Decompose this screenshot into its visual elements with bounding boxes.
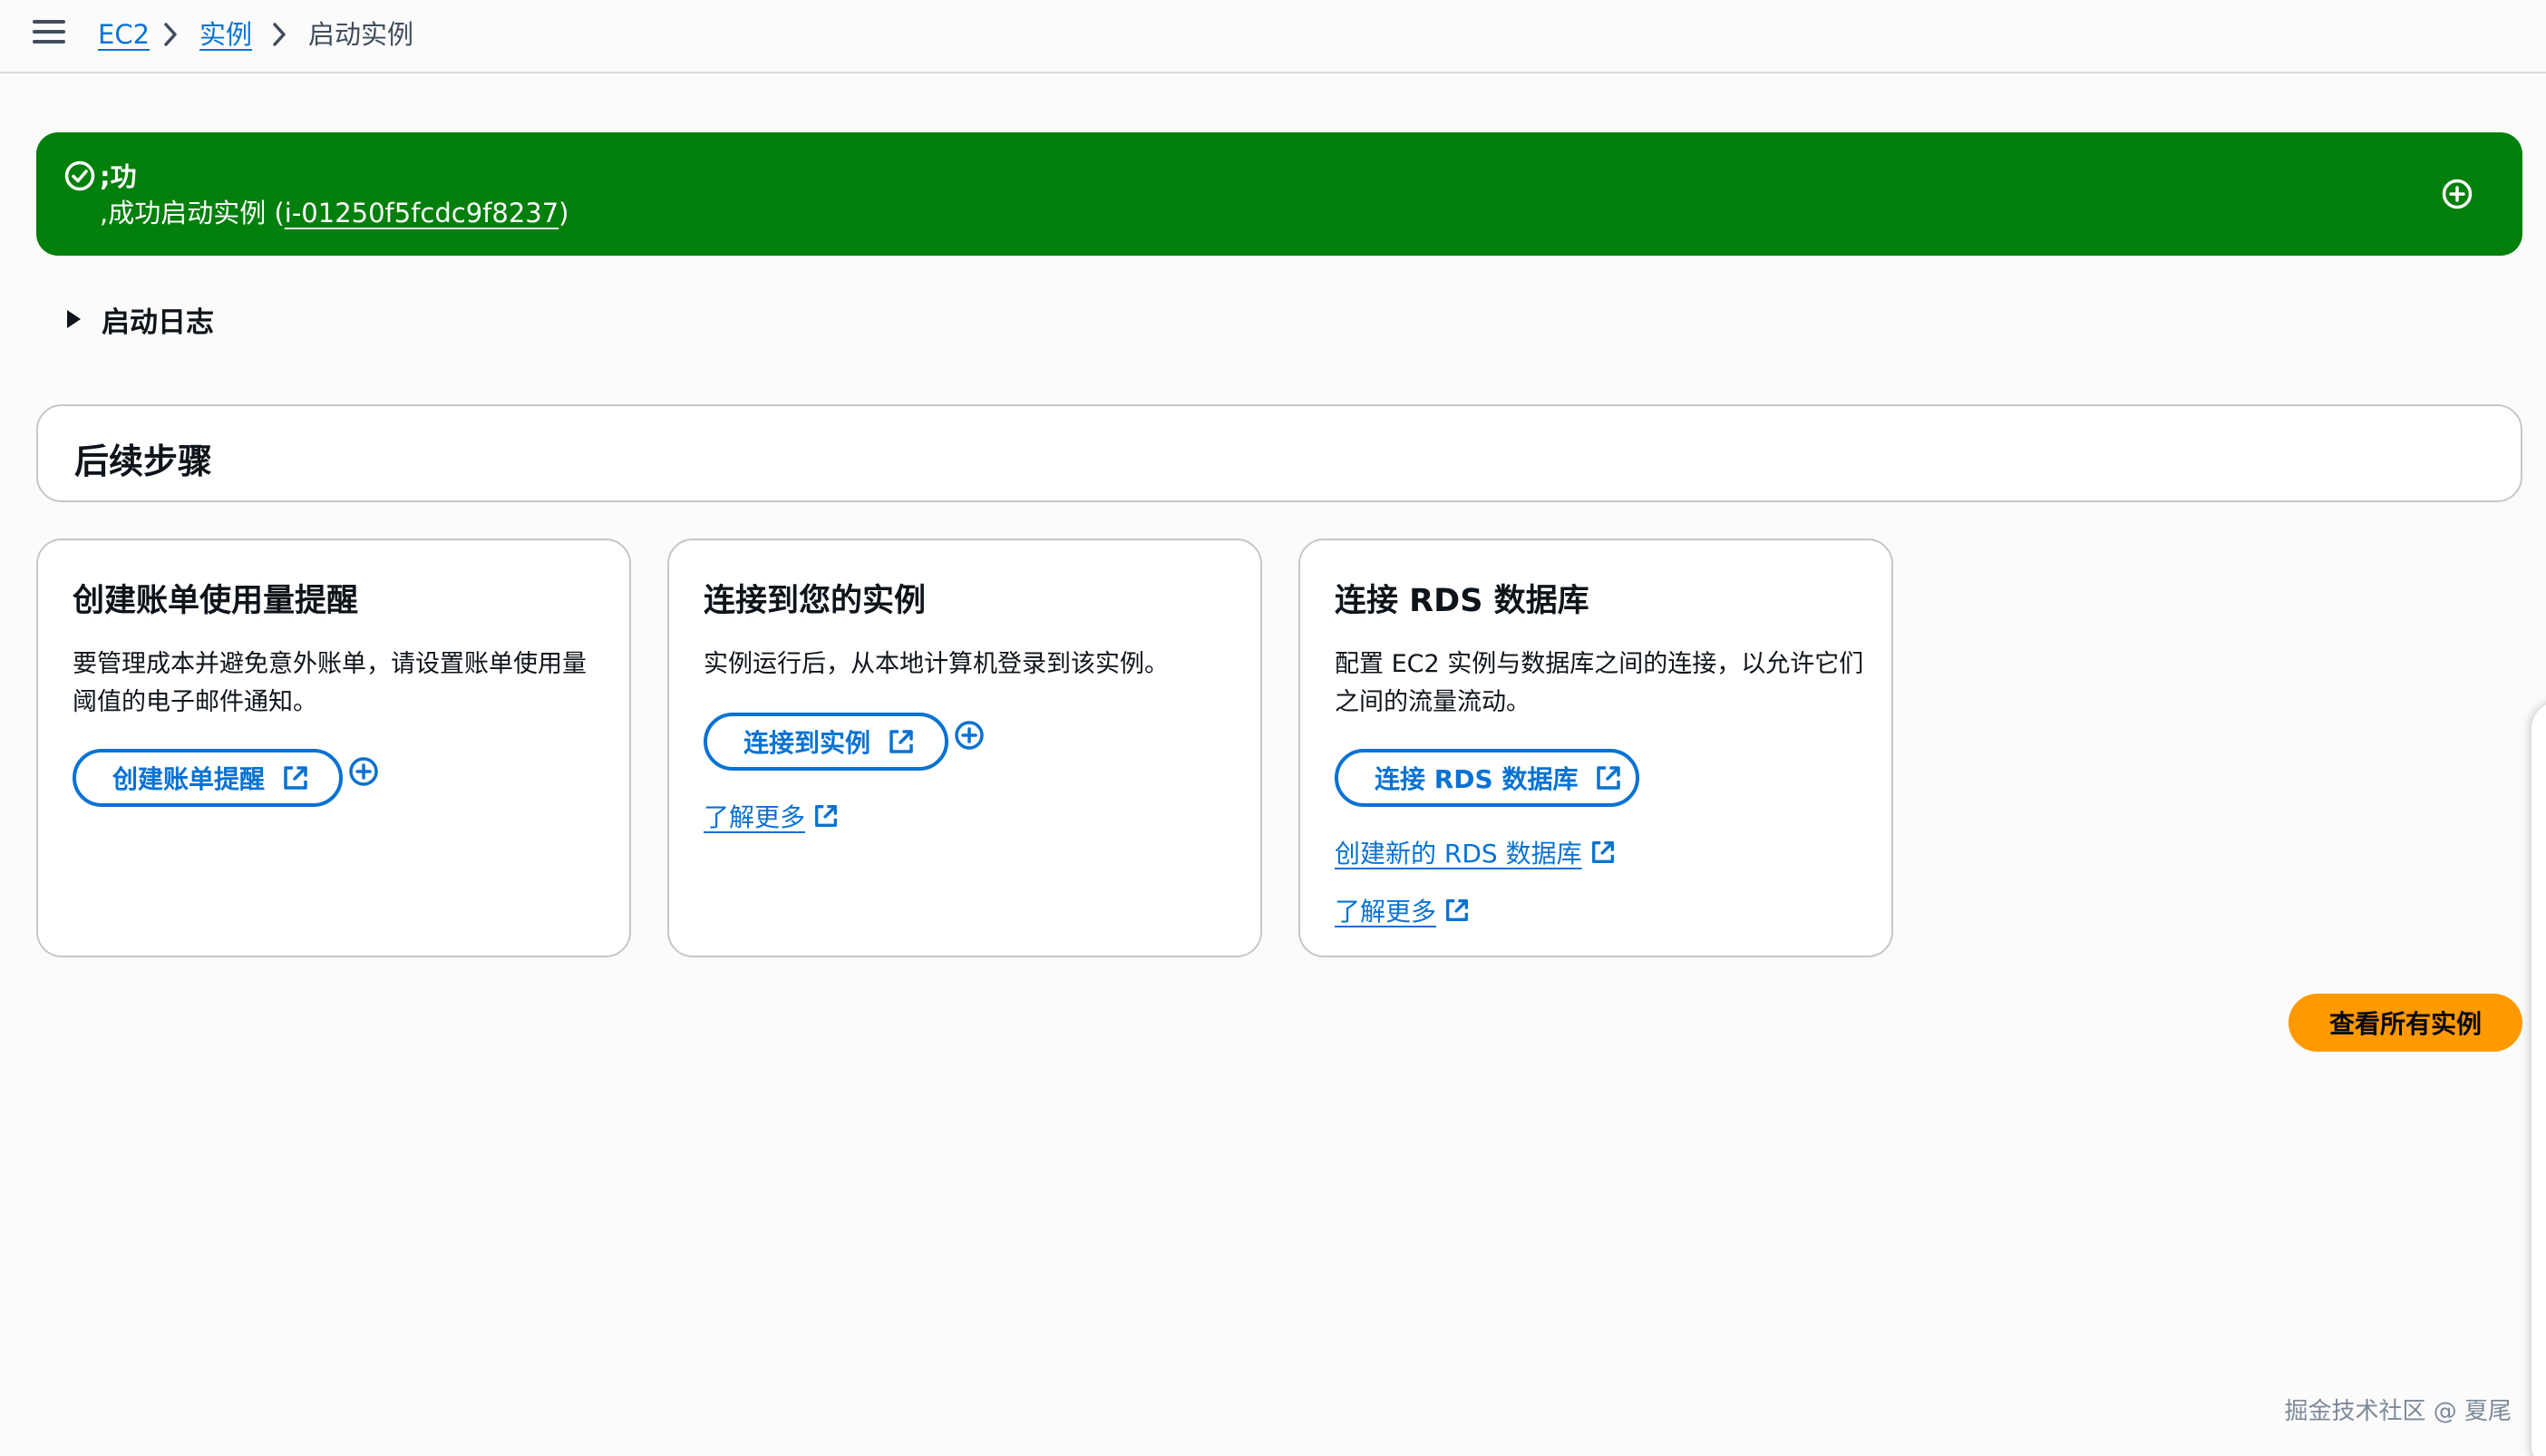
link-label: 创建新的 RDS 数据库	[1335, 839, 1582, 869]
button-label: 创建账单提醒	[112, 764, 266, 794]
card-description: 实例运行后，从本地计算机登录到该实例。	[704, 650, 1169, 678]
card-title: 连接 RDS 数据库	[1335, 583, 1589, 619]
plus-circle-icon[interactable]	[954, 720, 985, 751]
external-link-icon	[1446, 899, 1468, 921]
link-label: 了解更多	[704, 802, 806, 832]
flash-message: ,成功启动实例 (i-01250f5fcdc9f8237)	[100, 192, 569, 230]
breadcrumb-launch-instance: 启动实例	[308, 19, 414, 50]
card-billing-alert: 创建账单使用量提醒 要管理成本并避免意外账单，请设置账单使用量阈值的电子邮件通知…	[36, 539, 631, 957]
flash-message-prefix: ,成功启动实例 (	[100, 198, 285, 228]
caret-right-icon	[67, 310, 81, 328]
external-link-icon	[815, 805, 837, 827]
instance-id-link[interactable]: i-01250f5fcdc9f8237	[285, 198, 559, 228]
create-billing-alert-button[interactable]: 创建账单提醒	[73, 749, 343, 807]
breadcrumb-ec2[interactable]: EC2	[98, 16, 150, 53]
plus-circle-icon[interactable]	[2441, 178, 2473, 210]
launch-log-label: 启动日志	[102, 306, 214, 339]
external-link-icon	[889, 730, 913, 753]
page-root: EC2 实例 启动实例 ;功 ,成功启动实例 (i-01250f5fcdc9f8…	[0, 0, 2546, 1456]
check-circle-icon	[64, 160, 95, 191]
menu-icon[interactable]	[33, 20, 65, 47]
external-link-icon	[284, 766, 307, 790]
button-label: 连接到实例	[743, 728, 871, 758]
watermark-text: 掘金技术社区 @ 夏尾	[2284, 1398, 2512, 1425]
breadcrumb-instances[interactable]: 实例	[199, 16, 252, 53]
chevron-right-icon	[273, 23, 286, 46]
plus-circle-icon[interactable]	[348, 756, 379, 787]
card-connect-rds: 连接 RDS 数据库 配置 EC2 实例与数据库之间的连接，以允许它们之间的流量…	[1298, 539, 1893, 957]
card-description: 要管理成本并避免意外账单，请设置账单使用量阈值的电子邮件通知。	[73, 650, 587, 716]
card-description: 配置 EC2 实例与数据库之间的连接，以允许它们之间的流量流动。	[1335, 650, 1864, 716]
learn-more-link[interactable]: 了解更多	[704, 798, 840, 834]
next-steps-header: 后续步骤	[36, 404, 2522, 502]
external-link-icon	[1591, 841, 1614, 863]
card-title: 连接到您的实例	[704, 583, 927, 619]
card-title: 创建账单使用量提醒	[73, 583, 359, 619]
card-connect-instance: 连接到您的实例 实例运行后，从本地计算机登录到该实例。 连接到实例 了解更多	[667, 539, 1262, 957]
chevron-right-icon	[164, 23, 177, 46]
view-all-instances-button[interactable]: 查看所有实例	[2288, 994, 2522, 1052]
side-panel-edge	[2531, 702, 2546, 1456]
success-flash-banner: ;功 ,成功启动实例 (i-01250f5fcdc9f8237)	[36, 132, 2522, 256]
button-label: 连接 RDS 数据库	[1375, 764, 1579, 794]
connect-rds-button[interactable]: 连接 RDS 数据库	[1335, 749, 1639, 807]
flash-title: ;功	[100, 161, 137, 192]
top-navigation-bar: EC2 实例 启动实例	[0, 0, 2546, 73]
connect-to-instance-button[interactable]: 连接到实例	[704, 713, 948, 771]
link-label: 了解更多	[1335, 897, 1437, 927]
learn-more-link[interactable]: 了解更多	[1335, 892, 1471, 928]
external-link-icon	[1597, 766, 1621, 790]
next-steps-title: 后续步骤	[74, 442, 213, 481]
flash-message-suffix: )	[559, 198, 569, 228]
create-rds-link[interactable]: 创建新的 RDS 数据库	[1335, 834, 1617, 870]
